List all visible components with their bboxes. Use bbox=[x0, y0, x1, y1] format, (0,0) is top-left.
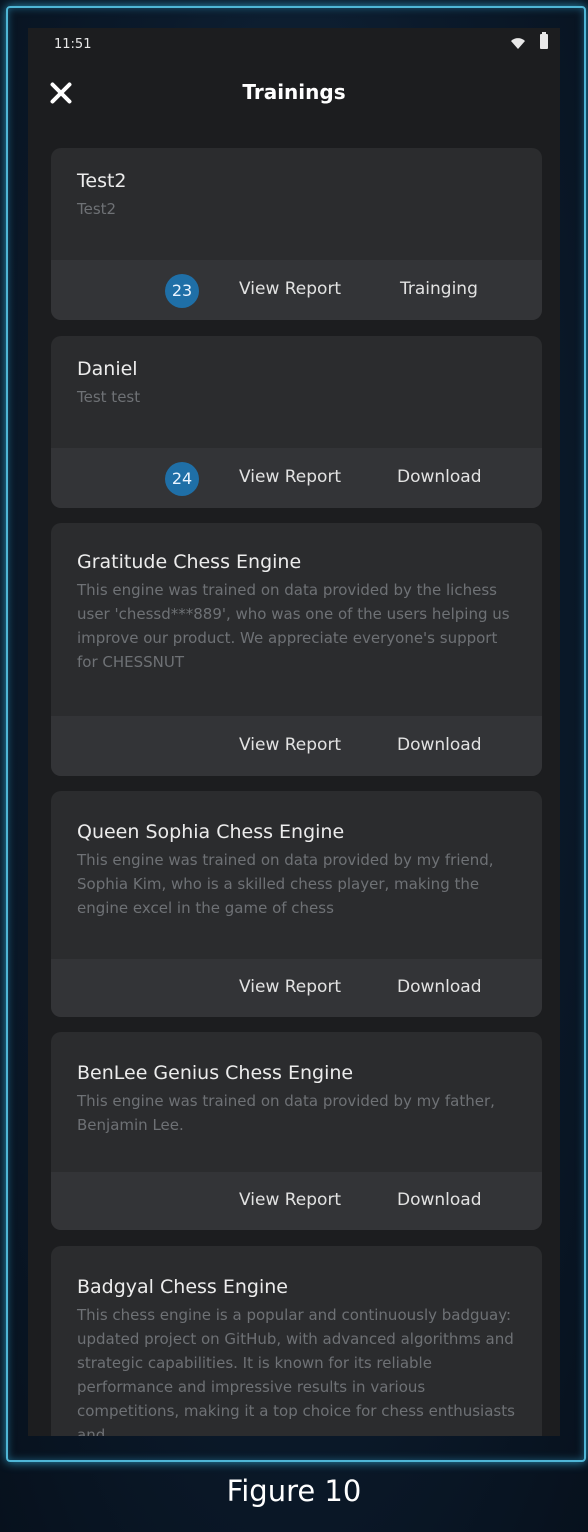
view-report-button[interactable]: View Report bbox=[239, 279, 341, 299]
card-title: Daniel bbox=[77, 358, 138, 380]
card-body: Queen Sophia Chess Engine This engine wa… bbox=[77, 819, 516, 920]
card-title: Badgyal Chess Engine bbox=[77, 1276, 288, 1298]
app-bar: Trainings bbox=[28, 68, 560, 120]
training-card-gratitude: Gratitude Chess Engine This engine was t… bbox=[51, 523, 542, 776]
training-card-daniel: Daniel Test test 24 View Report Download bbox=[51, 336, 542, 508]
card-body: BenLee Genius Chess Engine This engine w… bbox=[77, 1060, 516, 1137]
phone-screen: 11:51 Trainings Test2 Test2 23 View Repo… bbox=[28, 28, 560, 1436]
card-body: Badgyal Chess Engine This chess engine i… bbox=[77, 1274, 516, 1436]
card-title: Test2 bbox=[77, 170, 127, 192]
card-description: Test test bbox=[77, 388, 141, 406]
count-badge: 23 bbox=[165, 274, 199, 308]
training-card-queen-sophia: Queen Sophia Chess Engine This engine wa… bbox=[51, 791, 542, 1017]
training-card-benlee: BenLee Genius Chess Engine This engine w… bbox=[51, 1032, 542, 1230]
card-description: This engine was trained on data provided… bbox=[77, 581, 510, 671]
view-report-button[interactable]: View Report bbox=[239, 1190, 341, 1210]
card-body: Test2 Test2 bbox=[77, 168, 516, 221]
figure-caption: Figure 10 bbox=[226, 1474, 362, 1508]
download-button[interactable]: Download bbox=[397, 1190, 482, 1210]
view-report-button[interactable]: View Report bbox=[239, 467, 341, 487]
card-description: This chess engine is a popular and conti… bbox=[77, 1306, 515, 1436]
card-description: This engine was trained on data provided… bbox=[77, 851, 494, 917]
training-button[interactable]: Trainging bbox=[400, 279, 478, 299]
card-description: Test2 bbox=[77, 200, 117, 218]
view-report-button[interactable]: View Report bbox=[239, 977, 341, 997]
count-badge: 24 bbox=[165, 462, 199, 496]
training-card-badgyal: Badgyal Chess Engine This chess engine i… bbox=[51, 1246, 542, 1436]
training-card-test2: Test2 Test2 23 View Report Trainging bbox=[51, 148, 542, 320]
card-title: Gratitude Chess Engine bbox=[77, 551, 302, 573]
status-time: 11:51 bbox=[54, 37, 92, 52]
card-footer: 24 View Report Download bbox=[51, 448, 542, 508]
card-title: Queen Sophia Chess Engine bbox=[77, 821, 345, 843]
download-button[interactable]: Download bbox=[397, 735, 482, 755]
card-footer: View Report Download bbox=[51, 716, 542, 776]
card-body: Daniel Test test bbox=[77, 356, 516, 409]
card-title: BenLee Genius Chess Engine bbox=[77, 1062, 354, 1084]
battery-icon bbox=[540, 32, 548, 49]
download-button[interactable]: Download bbox=[397, 467, 482, 487]
card-body: Gratitude Chess Engine This engine was t… bbox=[77, 549, 516, 674]
card-footer: View Report Download bbox=[51, 959, 542, 1017]
view-report-button[interactable]: View Report bbox=[239, 735, 341, 755]
card-description: This engine was trained on data provided… bbox=[77, 1092, 495, 1134]
download-button[interactable]: Download bbox=[397, 977, 482, 997]
page-title: Trainings bbox=[242, 80, 346, 104]
card-footer: 23 View Report Trainging bbox=[51, 260, 542, 320]
wifi-icon bbox=[511, 38, 525, 49]
card-footer: View Report Download bbox=[51, 1172, 542, 1230]
status-bar: 11:51 bbox=[28, 28, 560, 62]
